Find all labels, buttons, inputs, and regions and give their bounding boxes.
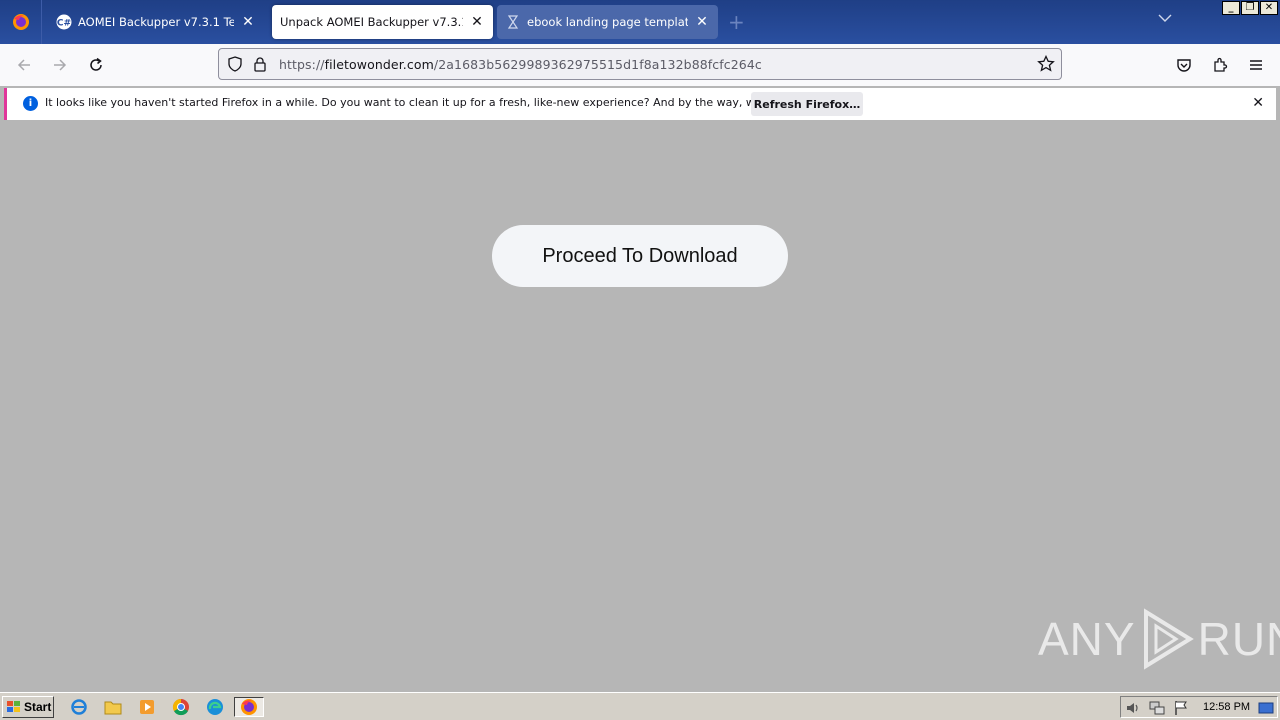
back-button[interactable]	[10, 52, 38, 78]
url-bar[interactable]: https://filetowonder.com/2a1683b56299893…	[218, 48, 1062, 80]
puzzle-icon	[1214, 57, 1228, 72]
url-text: https://filetowonder.com/2a1683b56299893…	[279, 57, 762, 72]
tab-ebook-landing[interactable]: ebook landing page template ✕	[497, 5, 718, 39]
pocket-button[interactable]	[1170, 52, 1198, 78]
show-desktop-icon[interactable]	[1258, 700, 1274, 719]
extensions-button[interactable]	[1206, 52, 1234, 78]
hourglass-icon	[505, 14, 521, 30]
restore-button[interactable]: ❐	[1241, 1, 1259, 15]
firefox-view-button[interactable]	[0, 0, 42, 44]
play-logo-icon	[1143, 608, 1194, 670]
back-arrow-icon	[17, 59, 30, 71]
edge-icon[interactable]	[204, 697, 226, 717]
network-icon[interactable]	[1149, 700, 1165, 719]
pocket-icon	[1177, 59, 1191, 72]
reload-icon	[90, 57, 102, 71]
internet-explorer-icon[interactable]	[68, 697, 90, 717]
page-content: Proceed To Download ANY RUN	[0, 124, 1280, 692]
shield-icon[interactable]	[227, 56, 243, 75]
tab-label: ebook landing page template	[527, 15, 688, 29]
url-path: /2a1683b5629989362975515d1f8a132b88fcfc2…	[433, 57, 762, 72]
anyrun-watermark: ANY RUN	[1038, 608, 1280, 670]
minimize-button[interactable]: _	[1222, 1, 1240, 15]
firefox-logo-icon	[12, 14, 29, 30]
windows-taskbar: Start 12:58 PM	[0, 692, 1280, 720]
close-icon[interactable]: ✕	[1252, 95, 1264, 111]
chevron-down-icon[interactable]	[1158, 12, 1172, 26]
tab-label: Unpack AOMEI Backupper v7.3.1 Technician	[280, 15, 463, 29]
navigation-toolbar: https://filetowonder.com/2a1683b56299893…	[0, 44, 1280, 86]
hamburger-menu-icon	[1250, 60, 1262, 70]
refresh-notification-bar: i It looks like you haven't started Fire…	[4, 88, 1276, 120]
taskbar-clock: 12:58 PM	[1203, 701, 1251, 713]
system-tray: 12:58 PM	[1120, 696, 1278, 718]
action-center-flag-icon[interactable]	[1173, 700, 1189, 719]
reload-button[interactable]	[82, 52, 110, 78]
window-controls: _ ❐ ✕	[1222, 1, 1278, 15]
new-tab-button[interactable]: +	[728, 10, 745, 34]
tab-strip: C# AOMEI Backupper v7.3.1 Technician ✕ U…	[0, 0, 1280, 44]
watermark-left: ANY	[1038, 613, 1136, 665]
svg-text:C#: C#	[57, 19, 71, 29]
proceed-to-download-button[interactable]: Proceed To Download	[492, 225, 788, 287]
notification-message: It looks like you haven't started Firefo…	[45, 96, 829, 109]
csharp-site-icon: C#	[56, 14, 72, 30]
file-explorer-icon[interactable]	[102, 697, 124, 717]
close-icon[interactable]: ✕	[469, 14, 485, 30]
windows-flag-icon	[7, 701, 20, 712]
media-player-icon[interactable]	[136, 697, 158, 717]
start-label: Start	[24, 700, 52, 714]
app-menu-button[interactable]	[1242, 52, 1270, 78]
close-icon[interactable]: ✕	[240, 14, 256, 30]
forward-button[interactable]	[46, 52, 74, 78]
start-button[interactable]: Start	[2, 696, 54, 718]
bookmark-star-icon[interactable]	[1037, 54, 1055, 76]
info-icon: i	[23, 96, 38, 111]
tab-unpack-aomei[interactable]: Unpack AOMEI Backupper v7.3.1 Technician…	[272, 5, 493, 39]
url-prefix: https://	[279, 57, 325, 72]
close-icon[interactable]: ✕	[694, 14, 710, 30]
tab-aomei-technician[interactable]: C# AOMEI Backupper v7.3.1 Technician ✕	[48, 5, 264, 39]
forward-arrow-icon	[54, 59, 67, 71]
volume-icon[interactable]	[1125, 700, 1141, 719]
firefox-taskbar-icon[interactable]	[234, 697, 264, 717]
url-host: filetowonder.com	[324, 57, 434, 72]
watermark-right: RUN	[1197, 613, 1280, 665]
close-window-button[interactable]: ✕	[1260, 1, 1278, 15]
tab-label: AOMEI Backupper v7.3.1 Technician	[78, 15, 234, 29]
lock-icon[interactable]	[253, 56, 267, 75]
chrome-icon[interactable]	[170, 697, 192, 717]
refresh-firefox-button[interactable]: Refresh Firefox…	[751, 92, 863, 116]
